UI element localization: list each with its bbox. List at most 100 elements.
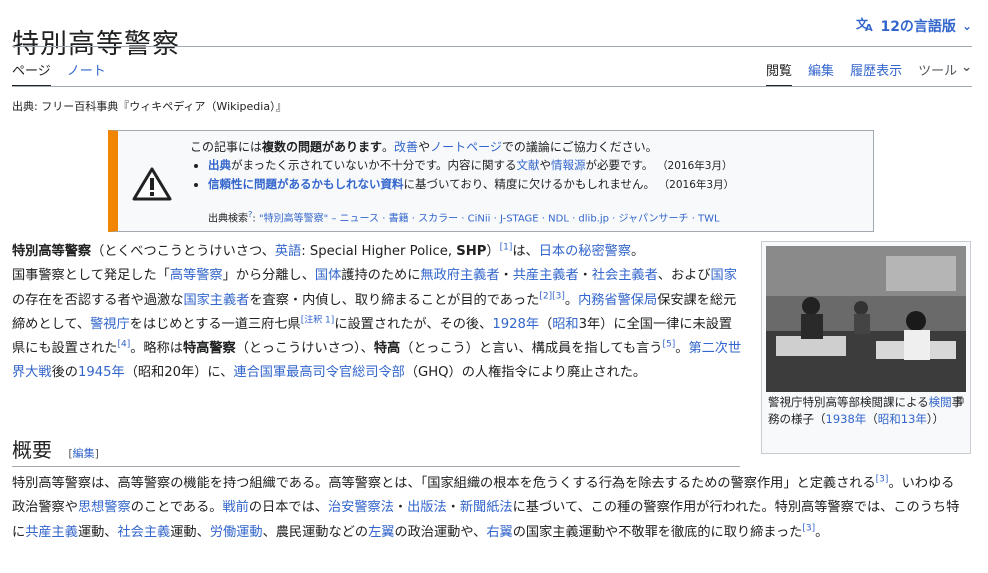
- link-1945[interactable]: 1945年: [78, 365, 125, 380]
- talk-page-link[interactable]: ノートページ: [430, 140, 502, 154]
- link-right-wing[interactable]: 右翼: [486, 525, 512, 540]
- link-communist[interactable]: 共産主義者: [513, 268, 579, 283]
- link-newspaper-law[interactable]: 新聞紙法: [460, 500, 513, 515]
- link-home-ministry[interactable]: 内務省警保局: [578, 293, 657, 308]
- search-query-link[interactable]: "特別高等警察": [259, 213, 328, 224]
- issue-item: 信頼性に問題があるかもしれない資料に基づいており、精度に欠けるかもしれません。 …: [208, 176, 868, 192]
- ref-link[interactable]: [3]: [876, 475, 889, 485]
- ref-link[interactable]: [1]: [500, 243, 513, 253]
- tab-page[interactable]: ページ: [12, 60, 51, 87]
- issue-text: に基づいており、精度に欠けるかもしれません。: [403, 177, 656, 191]
- section-title: 概要: [12, 438, 52, 462]
- sources-link[interactable]: 出典: [208, 158, 231, 172]
- link-left-wing[interactable]: 左翼: [368, 525, 394, 540]
- notice-text: この記事には: [190, 140, 263, 154]
- issue-date: （2016年3月）: [658, 179, 735, 191]
- ref-link[interactable]: [3]: [802, 523, 815, 533]
- image-caption: 警視庁特別高等部検閲課による検閲事務の様子（1938年（昭和13年））: [768, 394, 964, 428]
- text: 。: [675, 341, 689, 357]
- notice-text: 。: [382, 140, 395, 154]
- references-link[interactable]: 文献: [517, 158, 540, 172]
- link-ghq[interactable]: 連合国軍最高司令官総司令部: [233, 365, 404, 380]
- link-labor-movement[interactable]: 労働運動: [210, 525, 263, 540]
- text: の日本では、: [248, 500, 328, 516]
- link-socialism[interactable]: 社会主義: [118, 525, 171, 540]
- photo-image[interactable]: [766, 246, 966, 392]
- text: （とくべつこうとうけいさつ、: [91, 244, 275, 259]
- link-socialist[interactable]: 社会主義者: [592, 268, 658, 283]
- link-english[interactable]: 英語: [275, 244, 301, 259]
- issue-text: がまったく示されていないか不十分です。内容に関する: [231, 158, 517, 172]
- text: （GHQ）の人権指令により廃止された。: [404, 365, 647, 381]
- language-button[interactable]: 文A 12の言語版 ⌄: [856, 16, 972, 36]
- site-subtitle: 出典: フリー百科事典『ウィキペディア（Wikipedia）』: [12, 100, 287, 113]
- tabs-divider: [12, 86, 972, 87]
- text: 、農民運動などの: [262, 524, 369, 540]
- link-publication-law[interactable]: 出版法: [407, 500, 447, 515]
- notice-lead: この記事には複数の問題があります。改善やノートページでの議論にご協力ください。: [190, 138, 658, 155]
- text: 後の: [51, 365, 78, 381]
- text: （: [539, 316, 553, 332]
- issue-date: （2016年3月）: [657, 160, 733, 172]
- text: ・: [578, 268, 592, 284]
- link-1928[interactable]: 1928年: [492, 317, 539, 332]
- tools-menu[interactable]: ツール ⌄: [918, 60, 972, 79]
- text: 」から分離し、: [222, 268, 315, 284]
- text: 。: [564, 292, 579, 308]
- tab-talk[interactable]: ノート: [67, 60, 106, 87]
- edit-section-link[interactable]: 編集: [73, 447, 95, 460]
- caption-text: 警視庁特別高等部検閲課による: [768, 395, 929, 409]
- bold-term: 特別高等警察: [12, 244, 92, 259]
- text: の政治運動や、: [394, 524, 487, 540]
- improve-link[interactable]: 改善: [394, 140, 418, 154]
- tools-label: ツール: [918, 64, 958, 79]
- chevron-down-icon: ⌄: [961, 19, 972, 33]
- link-censorship[interactable]: 検閲: [929, 395, 952, 409]
- notice-text: や: [418, 140, 431, 154]
- title-divider: [12, 46, 972, 47]
- bracket: ]: [94, 447, 99, 460]
- bold-term: 特高警察: [183, 341, 236, 357]
- search-label: 出典検索: [208, 213, 248, 225]
- text: は、: [512, 244, 539, 259]
- link-secret-police[interactable]: 日本の秘密警察: [539, 244, 631, 259]
- issue-item: 出典がまったく示されていないか不十分です。内容に関する文献や情報源が必要です。 …: [208, 157, 868, 173]
- link-thought-police[interactable]: 思想警察: [78, 500, 131, 515]
- search-links[interactable]: – ニュース · 書籍 · スカラー · CiNii · J-STAGE · N…: [331, 213, 719, 224]
- bold-term: SHP: [456, 244, 487, 259]
- tab-read[interactable]: 閲覧: [766, 60, 793, 87]
- text: に設置されたが、その後、: [334, 316, 493, 332]
- info-source-link[interactable]: 情報源: [551, 158, 586, 172]
- tab-history[interactable]: 履歴表示: [850, 60, 902, 79]
- bold-term: 特高: [373, 341, 401, 357]
- link-higher-police[interactable]: 高等警察: [170, 268, 223, 283]
- ref-link[interactable]: [2][3]: [539, 291, 565, 301]
- notice-text: での議論にご協力ください。: [501, 140, 658, 154]
- reliability-link[interactable]: 信頼性に問題があるかもしれない資料: [208, 177, 404, 191]
- link-showa13[interactable]: 昭和13年: [878, 412, 927, 426]
- text: 。略称は: [130, 341, 183, 357]
- link-state[interactable]: 国家: [711, 268, 737, 283]
- link-anarchist[interactable]: 無政府主義者: [420, 268, 499, 283]
- text: ・: [499, 268, 513, 284]
- text: （とっこうけいさつ）、: [235, 341, 374, 357]
- help-icon[interactable]: ?: [248, 209, 252, 219]
- text: （とっこう）と言い、構成員を指しても言う: [400, 341, 663, 357]
- link-prewar[interactable]: 戦前: [222, 500, 248, 515]
- note-link[interactable]: [注釈 1]: [301, 316, 335, 326]
- link-public-order-law[interactable]: 治安警察法: [328, 500, 394, 515]
- link-communism[interactable]: 共産主義: [25, 525, 78, 540]
- lead-paragraph: 特別高等警察（とくべつこうとうけいさつ、英語: Special Higher P…: [12, 240, 742, 386]
- section-paragraph: 特別高等警察は、高等警察の機能を持つ組織である。高等警察とは、「国家組織の根本を…: [12, 472, 964, 545]
- tab-edit[interactable]: 編集: [808, 60, 834, 79]
- ref-link[interactable]: [4]: [118, 340, 131, 350]
- ref-link[interactable]: [5]: [663, 340, 676, 350]
- link-nationalist[interactable]: 国家主義者: [183, 293, 249, 308]
- link-1938[interactable]: 1938年: [826, 412, 867, 426]
- issue-list: 出典がまったく示されていないか不十分です。内容に関する文献や情報源が必要です。 …: [190, 157, 868, 195]
- link-mpd[interactable]: 警視庁: [90, 317, 130, 332]
- link-showa[interactable]: 昭和: [552, 317, 578, 332]
- source-search: 出典検索?: "特別高等警察" – ニュース · 書籍 · スカラー · CiN…: [208, 209, 720, 225]
- link-kokutai[interactable]: 国体: [315, 268, 341, 283]
- text: 、および: [657, 268, 711, 284]
